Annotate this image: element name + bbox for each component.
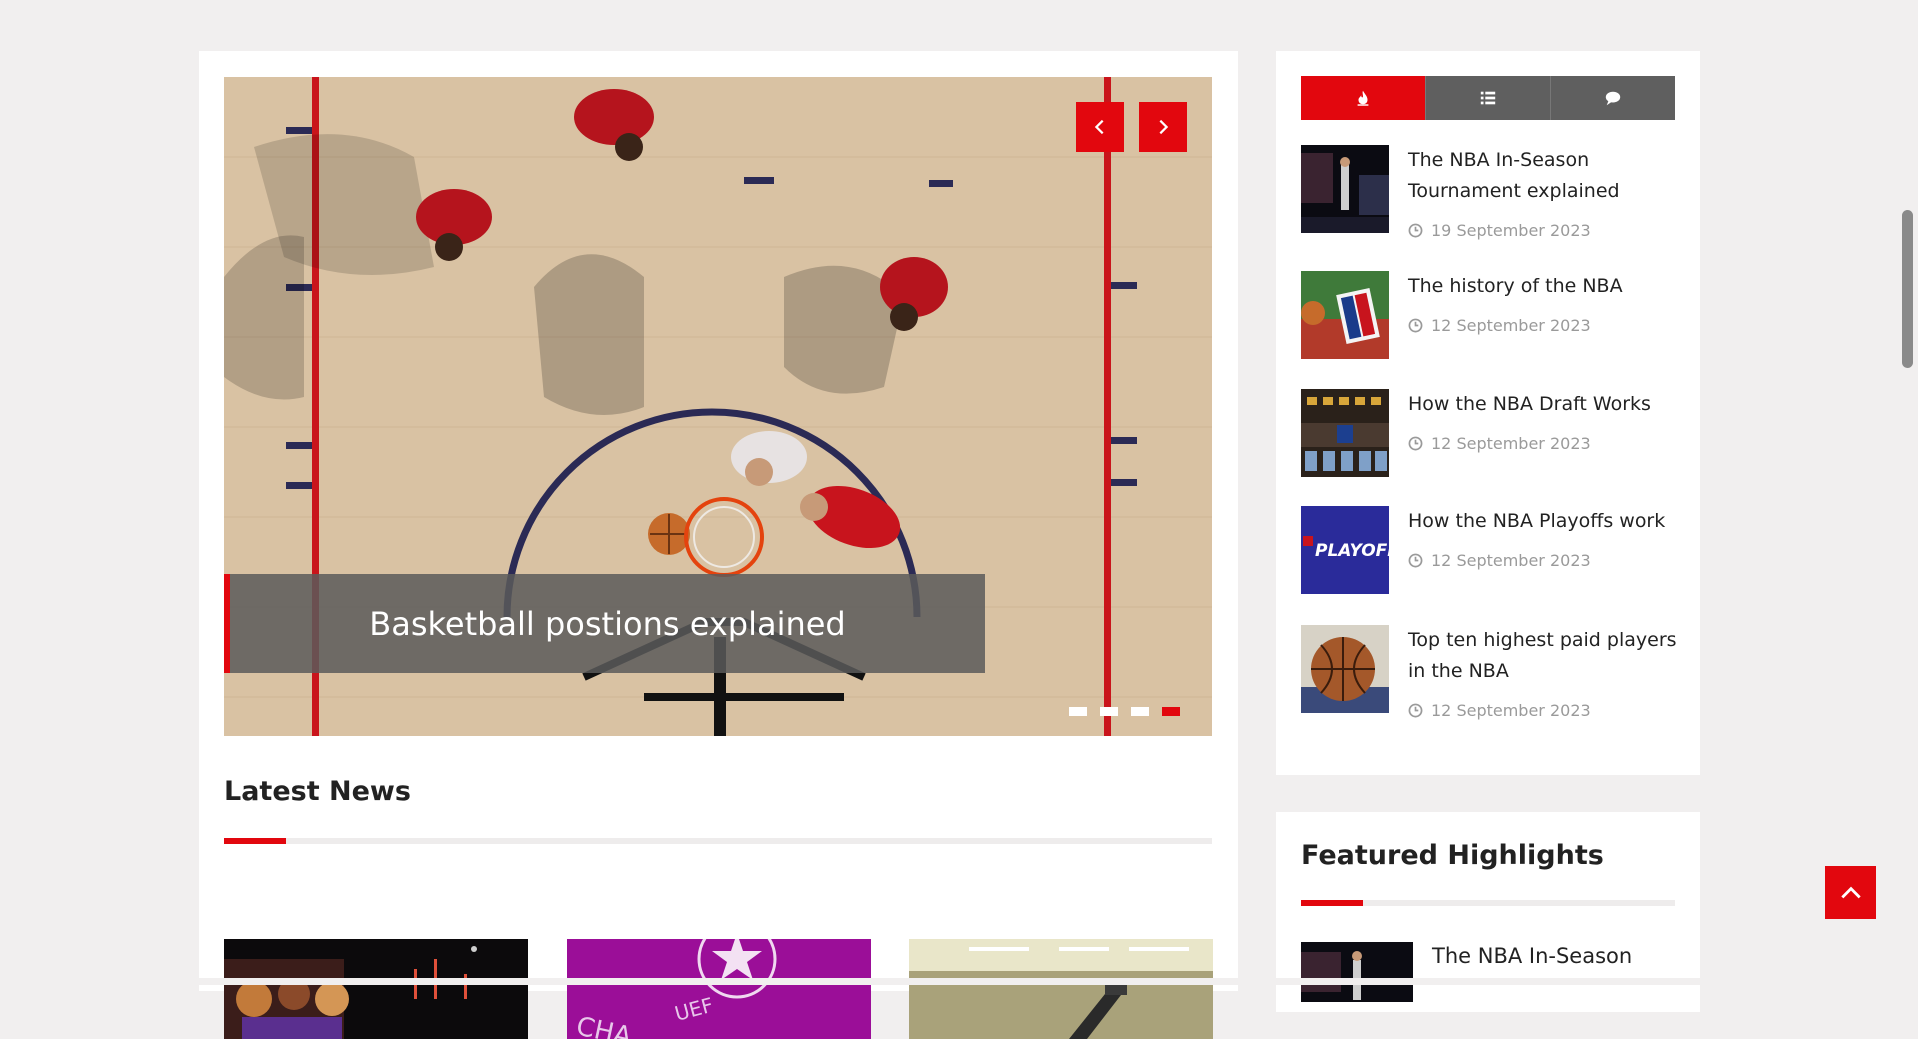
bottom-edge: [0, 978, 1918, 985]
post-date-text: 12 September 2023: [1431, 551, 1591, 570]
clock-icon: [1408, 553, 1423, 568]
post-thumbnail-image: [1301, 625, 1389, 713]
post-thumbnail-image: [1301, 145, 1389, 233]
comment-icon: [1605, 91, 1621, 106]
tab-recent[interactable]: [1425, 76, 1550, 120]
main-column: Basketball postions explained Latest New…: [199, 51, 1238, 1039]
post-date: 19 September 2023: [1408, 221, 1591, 240]
chevron-up-icon: [1840, 886, 1861, 898]
post-thumbnail-image: [1301, 271, 1389, 359]
clock-icon: [1408, 436, 1423, 451]
post-date: 12 September 2023: [1408, 316, 1591, 335]
post-thumbnail[interactable]: [1301, 625, 1389, 713]
slider-dot[interactable]: [1131, 707, 1149, 716]
svg-text:PLAYOFFS: PLAYOFFS: [1315, 541, 1389, 561]
slider-next-button[interactable]: [1139, 102, 1187, 152]
scrollbar-thumb[interactable]: [1902, 210, 1913, 368]
news-card-image: [909, 939, 1213, 1039]
featured-post-thumbnail[interactable]: [1301, 942, 1413, 1002]
clock-icon: [1408, 318, 1423, 333]
news-card[interactable]: CHA UEF: [567, 939, 871, 1039]
page-scrollbar[interactable]: [1898, 0, 1918, 985]
tab-popular[interactable]: [1301, 76, 1425, 120]
post-title[interactable]: The NBA In-Season Tournament explained: [1408, 145, 1680, 207]
post-thumbnail-image: [1301, 389, 1389, 477]
post-date: 12 September 2023: [1408, 551, 1591, 570]
news-card[interactable]: [224, 939, 528, 1039]
slide-caption[interactable]: Basketball postions explained: [224, 574, 985, 673]
slider-pagination: [1069, 707, 1180, 716]
post-thumbnail[interactable]: PLAYOFFS: [1301, 506, 1389, 594]
featured-divider: [1301, 900, 1675, 906]
latest-news-divider: [224, 838, 1212, 844]
list-icon: [1480, 91, 1496, 105]
fire-icon: [1357, 90, 1369, 106]
post-date-text: 12 September 2023: [1431, 434, 1591, 453]
slider-dot-active[interactable]: [1162, 707, 1180, 716]
post-title[interactable]: Top ten highest paid players in the NBA: [1408, 625, 1680, 687]
post-date: 12 September 2023: [1408, 434, 1591, 453]
news-card-image: [224, 939, 528, 1039]
featured-post-thumbnail-image: [1301, 942, 1413, 1002]
chevron-right-icon: [1159, 119, 1169, 135]
slider-dot[interactable]: [1069, 707, 1087, 716]
clock-icon: [1408, 223, 1423, 238]
news-card[interactable]: [909, 939, 1213, 1039]
sidebar-tabs: [1301, 76, 1675, 120]
slider-dot[interactable]: [1100, 707, 1118, 716]
sidebar-widget: The NBA In-Season Tournament explained 1…: [1276, 51, 1700, 775]
hero-slider[interactable]: Basketball postions explained: [224, 77, 1212, 736]
post-date-text: 12 September 2023: [1431, 701, 1591, 720]
post-date: 12 September 2023: [1408, 701, 1591, 720]
slider-prev-button[interactable]: [1076, 102, 1124, 152]
clock-icon: [1408, 703, 1423, 718]
post-title[interactable]: The history of the NBA: [1408, 271, 1680, 302]
tab-comments[interactable]: [1550, 76, 1675, 120]
post-thumbnail[interactable]: [1301, 145, 1389, 233]
featured-post-title[interactable]: The NBA In-Season: [1432, 944, 1632, 968]
chevron-left-icon: [1094, 119, 1104, 135]
post-thumbnail[interactable]: [1301, 271, 1389, 359]
latest-news-heading: Latest News: [224, 776, 411, 807]
post-title[interactable]: How the NBA Draft Works: [1408, 389, 1680, 420]
slide-caption-text[interactable]: Basketball postions explained: [369, 605, 845, 643]
post-thumbnail[interactable]: [1301, 389, 1389, 477]
featured-highlights-heading: Featured Highlights: [1301, 840, 1604, 871]
post-thumbnail-image: PLAYOFFS: [1301, 506, 1389, 594]
divider-accent: [224, 838, 286, 844]
back-to-top-button[interactable]: [1825, 866, 1876, 919]
divider-accent: [1301, 900, 1363, 906]
post-title[interactable]: How the NBA Playoffs work: [1408, 506, 1680, 537]
news-card-image: CHA UEF: [567, 939, 871, 1039]
post-date-text: 12 September 2023: [1431, 316, 1591, 335]
post-date-text: 19 September 2023: [1431, 221, 1591, 240]
